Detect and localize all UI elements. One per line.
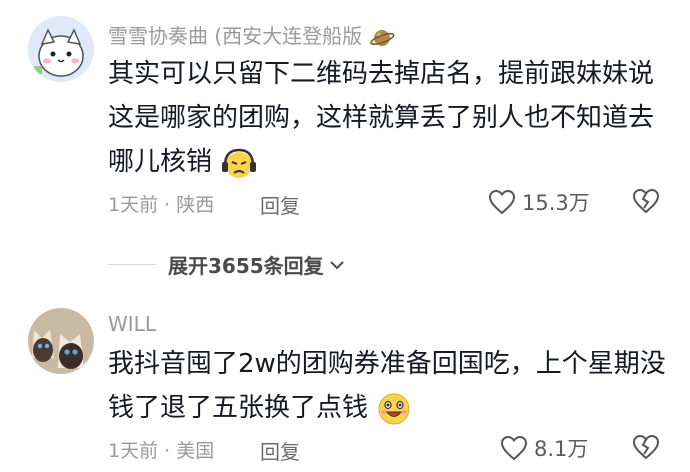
username[interactable]: 雪雪协奏曲 (西安大连登船版	[108, 20, 395, 51]
like-count: 15.3万	[522, 191, 590, 215]
expand-replies-button[interactable]: 展开3655条回复	[108, 250, 346, 279]
comment-text: 我抖音囤了2w的团购券准备回国吃，上个星期没 钱了退了五张换了点钱	[108, 342, 666, 430]
meta-separator: ·	[164, 194, 171, 216]
reply-button[interactable]: 回复	[260, 190, 300, 219]
grinning-emoji	[378, 393, 410, 424]
comment-line: 其实可以只留下二维码去掉店名，提前跟妹妹说	[108, 59, 655, 89]
comment-meta: 1天前 · 美国	[108, 436, 214, 463]
comment-time: 1天前	[108, 440, 159, 462]
username[interactable]: WILL	[108, 312, 156, 336]
sad-headphones-emoji	[222, 148, 257, 178]
comment-location: 陕西	[176, 194, 215, 216]
expand-replies-label: 展开3655条回复	[168, 254, 324, 278]
avatar-character-icon	[28, 16, 94, 82]
comment-line: 这是哪家的团购，这样就算丢了别人也不知道去	[108, 103, 655, 133]
heart-icon	[488, 189, 516, 215]
comment-time: 1天前	[108, 194, 159, 216]
broken-heart-icon	[632, 434, 660, 460]
comment-line: 哪儿核销	[108, 140, 654, 184]
broken-heart-icon	[632, 188, 660, 214]
chevron-down-icon	[329, 260, 344, 269]
comment-line: 我抖音囤了2w的团购券准备回国吃，上个星期没	[108, 349, 666, 379]
dislike-button[interactable]	[632, 188, 660, 218]
comment-1: 雪雪协奏曲 (西安大连登船版 其实可以只留下二维码去掉店名，提前跟妹妹说 这是哪…	[0, 0, 690, 240]
comment-location: 美国	[176, 440, 215, 462]
comment-2: WILL 我抖音囤了2w的团购券准备回国吃，上个星期没 钱了退了五张换了点钱 1…	[0, 300, 690, 472]
comment-meta: 1天前 · 陕西	[108, 190, 214, 217]
username-text: 雪雪协奏曲 (西安大连登船版	[108, 24, 363, 48]
comment-line-text: 钱了退了五张换了点钱	[108, 393, 369, 423]
meta-separator: ·	[164, 440, 171, 462]
heart-icon	[500, 435, 528, 461]
avatar[interactable]	[28, 308, 94, 374]
comment-line: 钱了退了五张换了点钱	[108, 386, 666, 430]
reply-button[interactable]: 回复	[260, 436, 300, 465]
comment-line-text: 哪儿核销	[108, 147, 213, 177]
like-count: 8.1万	[534, 437, 589, 461]
divider	[108, 264, 156, 265]
comment-text: 其实可以只留下二维码去掉店名，提前跟妹妹说 这是哪家的团购，这样就算丢了别人也不…	[108, 52, 654, 184]
like-button[interactable]: 8.1万	[500, 433, 588, 463]
like-button[interactable]: 15.3万	[488, 187, 590, 217]
dislike-button[interactable]	[632, 434, 660, 464]
planet-icon	[369, 29, 395, 46]
cats-avatar-icon	[28, 308, 94, 374]
avatar[interactable]	[28, 16, 94, 82]
